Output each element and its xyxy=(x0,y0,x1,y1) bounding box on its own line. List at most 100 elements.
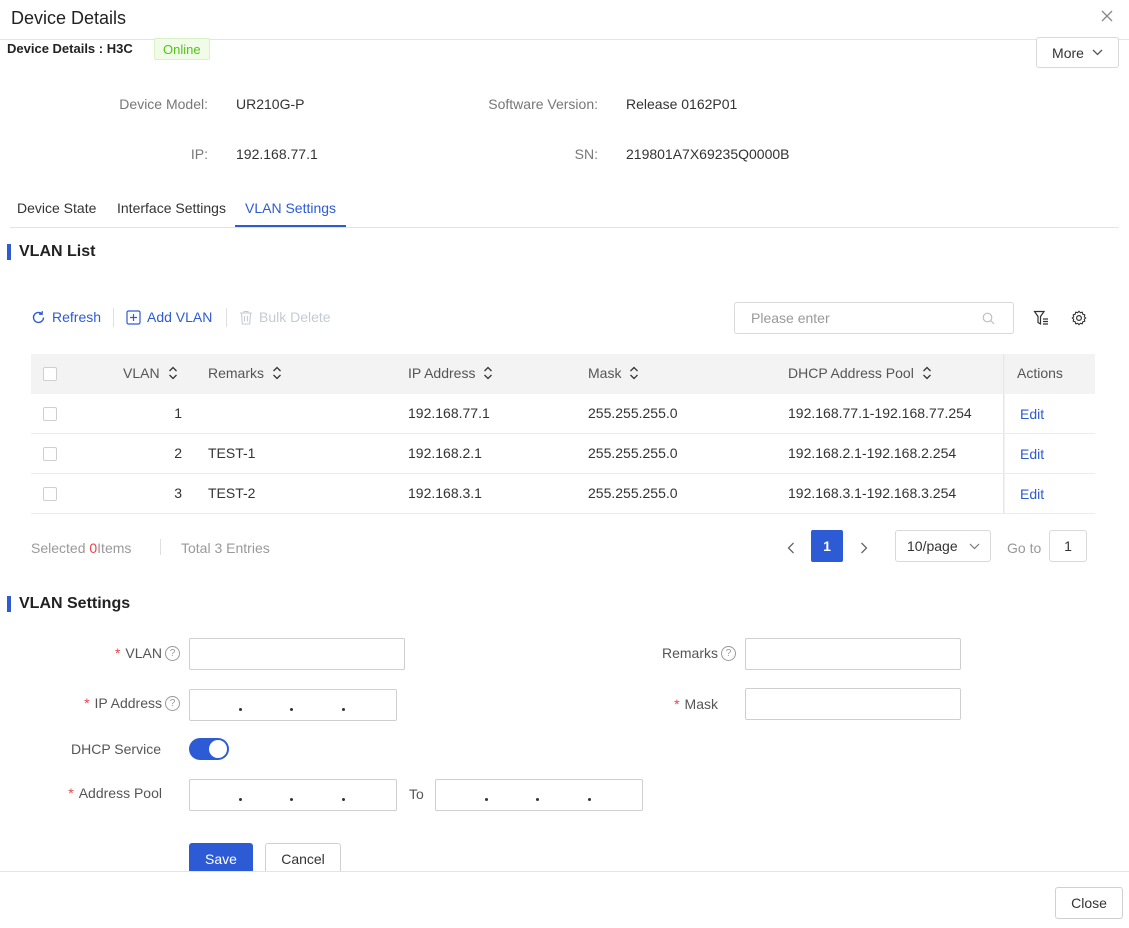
next-page-icon[interactable] xyxy=(857,539,871,557)
goto-label: Go to xyxy=(1007,540,1042,556)
required-mark: * xyxy=(674,696,680,712)
sort-icon xyxy=(273,366,281,380)
pool-field-label: * Address Pool xyxy=(40,785,162,801)
status-badge: Online xyxy=(154,38,210,60)
refresh-button[interactable]: Refresh xyxy=(31,309,101,325)
row-checkbox[interactable] xyxy=(43,447,57,461)
goto-page-input[interactable]: 1 xyxy=(1049,530,1087,562)
row-checkbox[interactable] xyxy=(43,487,57,501)
vlan-input[interactable] xyxy=(189,638,405,670)
dhcp-field-label: DHCP Service xyxy=(71,741,161,757)
cell-vlan: 2 xyxy=(174,445,182,461)
dialog-title: Device Details xyxy=(11,8,127,28)
more-button[interactable]: More xyxy=(1036,37,1119,68)
remarks-input[interactable] xyxy=(745,638,961,670)
bulk-delete-label: Bulk Delete xyxy=(259,309,331,325)
ip-separator xyxy=(290,798,293,801)
ip-separator xyxy=(342,708,345,711)
table-header xyxy=(31,354,1095,394)
search-icon[interactable] xyxy=(982,312,995,325)
cell-remarks: TEST-2 xyxy=(208,485,256,501)
more-label: More xyxy=(1052,44,1084,61)
column-label: IP Address xyxy=(408,365,476,381)
search-input[interactable] xyxy=(735,303,965,333)
add-icon xyxy=(126,309,141,325)
help-icon[interactable]: ? xyxy=(165,695,180,711)
tab-interface-settings[interactable]: Interface Settings xyxy=(117,200,226,216)
ip-separator xyxy=(588,798,591,801)
refresh-label: Refresh xyxy=(52,309,102,325)
pool-end-input[interactable] xyxy=(435,779,643,811)
software-value: Release 0162P01 xyxy=(626,96,738,112)
column-header-ip-address[interactable]: IP Address xyxy=(408,365,493,381)
ip-address-input[interactable] xyxy=(189,689,397,721)
pool-start-input[interactable] xyxy=(189,779,397,811)
section-marker xyxy=(7,596,11,612)
ip-label: IP: xyxy=(190,146,208,162)
tab-divider xyxy=(10,227,1119,228)
filter-icon[interactable] xyxy=(1033,310,1049,326)
select-all-checkbox[interactable] xyxy=(43,367,57,381)
sort-icon xyxy=(630,366,639,380)
cell-mask: 255.255.255.0 xyxy=(588,485,678,501)
row-divider xyxy=(31,513,1095,514)
to-label: To xyxy=(409,786,424,802)
column-header-dhcp-pool[interactable]: DHCP Address Pool xyxy=(788,365,932,381)
close-icon[interactable] xyxy=(1099,8,1115,24)
total-prefix: Total xyxy=(181,540,211,556)
prev-page-icon[interactable] xyxy=(784,539,798,557)
row-divider xyxy=(31,473,1095,474)
edit-link[interactable]: Edit xyxy=(1020,486,1044,502)
cell-mask: 255.255.255.0 xyxy=(588,445,678,461)
ip-separator xyxy=(290,708,293,711)
sort-icon xyxy=(922,366,931,380)
add-vlan-button[interactable]: Add VLAN xyxy=(126,309,212,325)
toolbar-divider xyxy=(113,308,114,327)
cell-vlan: 1 xyxy=(174,405,182,421)
tab-device-state[interactable]: Device State xyxy=(17,200,96,216)
column-header-remarks[interactable]: Remarks xyxy=(208,365,282,381)
bulk-delete-button[interactable]: Bulk Delete xyxy=(239,309,331,325)
page-size-select[interactable]: 10/page xyxy=(895,530,991,562)
pool-label-text: Address Pool xyxy=(78,785,162,801)
refresh-icon xyxy=(32,310,45,323)
mask-input[interactable] xyxy=(745,688,961,720)
cell-vlan: 3 xyxy=(174,485,182,501)
vlan-field-label: * VLAN ? xyxy=(60,645,180,661)
cell-mask: 255.255.255.0 xyxy=(588,405,678,421)
total-number: 3 xyxy=(214,540,223,556)
ip-field-label: * IP Address ? xyxy=(40,695,180,711)
help-icon[interactable]: ? xyxy=(721,645,736,661)
chevron-down-icon xyxy=(1092,49,1103,56)
edit-link[interactable]: Edit xyxy=(1020,446,1044,462)
column-header-mask[interactable]: Mask xyxy=(588,365,639,381)
mask-label-text: Mask xyxy=(684,696,718,712)
sn-label: SN: xyxy=(574,146,598,162)
edit-link[interactable]: Edit xyxy=(1020,406,1044,422)
ip-separator xyxy=(536,798,539,801)
dhcp-toggle[interactable] xyxy=(189,738,229,760)
help-icon[interactable]: ? xyxy=(165,645,180,661)
footer-divider xyxy=(160,539,161,555)
close-button[interactable]: Close xyxy=(1055,887,1123,919)
ip-separator xyxy=(485,798,488,801)
cell-remarks: TEST-1 xyxy=(208,445,256,461)
actions-column-shadow xyxy=(1003,354,1005,514)
page-number-current[interactable]: 1 xyxy=(811,530,843,562)
tab-vlan-settings[interactable]: VLAN Settings xyxy=(245,200,336,216)
cell-ip: 192.168.77.1 xyxy=(408,405,490,421)
column-label: DHCP Address Pool xyxy=(788,365,914,381)
selected-number: 0 xyxy=(89,540,98,556)
required-mark: * xyxy=(84,695,90,711)
ip-separator xyxy=(342,798,345,801)
search-box[interactable] xyxy=(734,302,1014,334)
model-label: Device Model: xyxy=(119,96,208,112)
required-mark: * xyxy=(114,645,121,661)
toggle-knob xyxy=(209,740,227,758)
selected-prefix: Selected xyxy=(31,540,86,556)
cell-pool: 192.168.77.1-192.168.77.254 xyxy=(788,405,972,421)
gear-icon[interactable] xyxy=(1071,310,1087,326)
add-vlan-label: Add VLAN xyxy=(147,309,213,325)
row-checkbox[interactable] xyxy=(43,407,57,421)
column-header-vlan[interactable]: VLAN xyxy=(123,365,178,381)
